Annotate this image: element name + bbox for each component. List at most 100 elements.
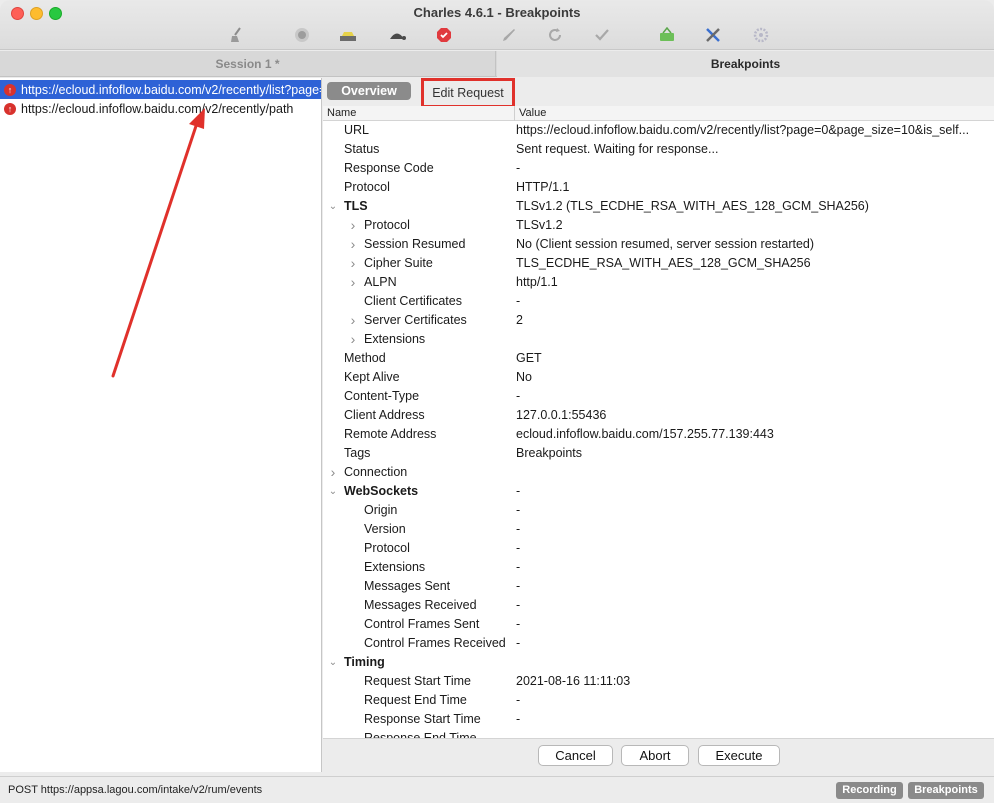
tab-breakpoints[interactable]: Breakpoints bbox=[497, 51, 994, 77]
breakpoints-button[interactable]: Breakpoints bbox=[908, 782, 984, 799]
table-row[interactable]: › Protocol TLSv1.2 bbox=[323, 216, 994, 235]
disclosure-closed-icon[interactable]: › bbox=[348, 273, 358, 292]
request-row[interactable]: ↑ https://ecloud.infoflow.baidu.com/v2/r… bbox=[0, 80, 321, 99]
table-row[interactable]: Response Start Time - bbox=[323, 710, 994, 729]
row-value: https://ecloud.infoflow.baidu.com/v2/rec… bbox=[516, 123, 970, 137]
tab-overview[interactable]: Overview bbox=[327, 82, 411, 100]
table-row[interactable]: › Session Resumed No (Client session resum… bbox=[323, 235, 994, 254]
status-text: POST https://appsa.lagou.com/intake/v2/r… bbox=[8, 784, 263, 796]
row-value: - bbox=[516, 522, 521, 536]
table-row[interactable]: Protocol HTTP/1.1 bbox=[323, 178, 994, 197]
disclosure-closed-icon[interactable]: › bbox=[348, 311, 358, 330]
broom-icon[interactable] bbox=[227, 26, 247, 44]
table-row[interactable]: Remote Address ecloud.infoflow.baidu.com/… bbox=[323, 425, 994, 444]
row-value: TLSv1.2 (TLS_ECDHE_RSA_WITH_AES_128_GCM_… bbox=[516, 199, 869, 213]
row-value: http/1.1 bbox=[516, 275, 558, 289]
upload-breakpoint-icon: ↑ bbox=[4, 83, 16, 96]
row-name: Server Certificates bbox=[364, 313, 467, 327]
table-row[interactable]: › Cipher Suite TLS_ECDHE_RSA_WITH_AES_128_… bbox=[323, 254, 994, 273]
table-row[interactable]: Extensions - bbox=[323, 558, 994, 577]
breakpoint-icon[interactable] bbox=[434, 26, 454, 44]
table-row[interactable]: Origin - bbox=[323, 501, 994, 520]
row-value: - bbox=[516, 693, 521, 707]
table-row[interactable]: Kept Alive No bbox=[323, 368, 994, 387]
row-value: Sent request. Waiting for response... bbox=[516, 142, 719, 156]
overview-table: URL https://ecloud.infoflow.baidu.com/v2/… bbox=[323, 121, 994, 738]
turtle-icon[interactable] bbox=[387, 26, 407, 44]
tools-icon[interactable] bbox=[703, 26, 723, 44]
execute-button[interactable]: Execute bbox=[698, 745, 780, 766]
title-bar: Charles 4.6.1 - Breakpoints bbox=[0, 0, 994, 50]
breakpoint-detail-panel: Overview Edit Request Name Value URL http… bbox=[323, 78, 994, 772]
row-name: Cipher Suite bbox=[364, 256, 433, 270]
refresh-icon[interactable] bbox=[545, 26, 565, 44]
disclosure-closed-icon[interactable]: › bbox=[348, 330, 358, 349]
row-value: No bbox=[516, 370, 532, 384]
row-value: - bbox=[516, 294, 521, 308]
disclosure-open-icon[interactable]: ⌄ bbox=[328, 197, 338, 216]
row-value: - bbox=[516, 598, 521, 612]
table-row[interactable]: Client Address 127.0.0.1:55436 bbox=[323, 406, 994, 425]
table-row[interactable]: Protocol - bbox=[323, 539, 994, 558]
table-row[interactable]: Messages Sent - bbox=[323, 577, 994, 596]
table-row[interactable]: Messages Received - bbox=[323, 596, 994, 615]
table-row[interactable]: Status Sent request. Waiting for response… bbox=[323, 140, 994, 159]
row-name: Request End Time bbox=[364, 693, 467, 707]
column-value-header[interactable]: Value bbox=[519, 107, 546, 119]
record-icon[interactable] bbox=[292, 26, 312, 44]
table-row[interactable]: Response Code - bbox=[323, 159, 994, 178]
abort-button[interactable]: Abort bbox=[621, 745, 689, 766]
column-divider[interactable] bbox=[514, 106, 515, 121]
row-value: 2021-08-16 11:11:03 bbox=[516, 674, 631, 688]
row-name: Session Resumed bbox=[364, 237, 466, 251]
table-row[interactable]: Content-Type - bbox=[323, 387, 994, 406]
row-name: Client Address bbox=[344, 408, 425, 422]
row-name: TLS bbox=[344, 199, 368, 213]
row-name: Protocol bbox=[344, 180, 390, 194]
action-bar: Cancel Abort Execute bbox=[323, 738, 994, 772]
table-row[interactable]: › ALPN http/1.1 bbox=[323, 273, 994, 292]
table-row[interactable]: Request End Time - bbox=[323, 691, 994, 710]
table-row[interactable]: Control Frames Received - bbox=[323, 634, 994, 653]
request-row[interactable]: ↑ https://ecloud.infoflow.baidu.com/v2/r… bbox=[0, 99, 321, 118]
basket-icon[interactable] bbox=[657, 26, 677, 44]
table-row[interactable]: › Extensions bbox=[323, 330, 994, 349]
check-icon[interactable] bbox=[592, 26, 612, 44]
table-row[interactable]: Response End Time - bbox=[323, 729, 994, 738]
table-row[interactable]: › Connection bbox=[323, 463, 994, 482]
recording-button[interactable]: Recording bbox=[836, 782, 903, 799]
cancel-button[interactable]: Cancel bbox=[538, 745, 613, 766]
row-name: Client Certificates bbox=[364, 294, 462, 308]
table-row[interactable]: Request Start Time 2021-08-16 11:11:03 bbox=[323, 672, 994, 691]
disclosure-closed-icon[interactable]: › bbox=[348, 254, 358, 273]
disclosure-closed-icon[interactable]: › bbox=[348, 235, 358, 254]
tab-session[interactable]: Session 1 * bbox=[0, 51, 496, 77]
throttle-icon[interactable] bbox=[338, 26, 358, 44]
status-bar: POST https://appsa.lagou.com/intake/v2/r… bbox=[0, 776, 994, 803]
row-name: Control Frames Sent bbox=[364, 617, 480, 631]
disclosure-closed-icon[interactable]: › bbox=[328, 463, 338, 482]
table-row[interactable]: ⌄ WebSockets - bbox=[323, 482, 994, 501]
row-name: Kept Alive bbox=[344, 370, 400, 384]
table-row[interactable]: Client Certificates - bbox=[323, 292, 994, 311]
charles-window: Charles 4.6.1 - Breakpoints Session 1 * … bbox=[0, 0, 994, 803]
table-row[interactable]: ⌄ TLS TLSv1.2 (TLS_ECDHE_RSA_WITH_AES_128_… bbox=[323, 197, 994, 216]
tab-edit-request[interactable]: Edit Request bbox=[421, 78, 515, 108]
disclosure-open-icon[interactable]: ⌄ bbox=[328, 482, 338, 501]
table-row[interactable]: Version - bbox=[323, 520, 994, 539]
table-row[interactable]: Tags Breakpoints bbox=[323, 444, 994, 463]
table-row[interactable]: URL https://ecloud.infoflow.baidu.com/v2/… bbox=[323, 121, 994, 140]
table-row[interactable]: Control Frames Sent - bbox=[323, 615, 994, 634]
pen-icon[interactable] bbox=[499, 26, 519, 44]
table-row[interactable]: ⌄ Timing bbox=[323, 653, 994, 672]
tab-strip: Session 1 * Breakpoints bbox=[0, 51, 994, 77]
disclosure-open-icon[interactable]: ⌄ bbox=[328, 653, 338, 672]
disclosure-closed-icon[interactable]: › bbox=[348, 216, 358, 235]
row-value: - bbox=[516, 560, 521, 574]
row-name: Messages Sent bbox=[364, 579, 451, 593]
table-row[interactable]: › Server Certificates 2 bbox=[323, 311, 994, 330]
column-name-header[interactable]: Name bbox=[327, 107, 356, 119]
row-value: HTTP/1.1 bbox=[516, 180, 570, 194]
table-row[interactable]: Method GET bbox=[323, 349, 994, 368]
gear-icon[interactable] bbox=[751, 26, 771, 44]
